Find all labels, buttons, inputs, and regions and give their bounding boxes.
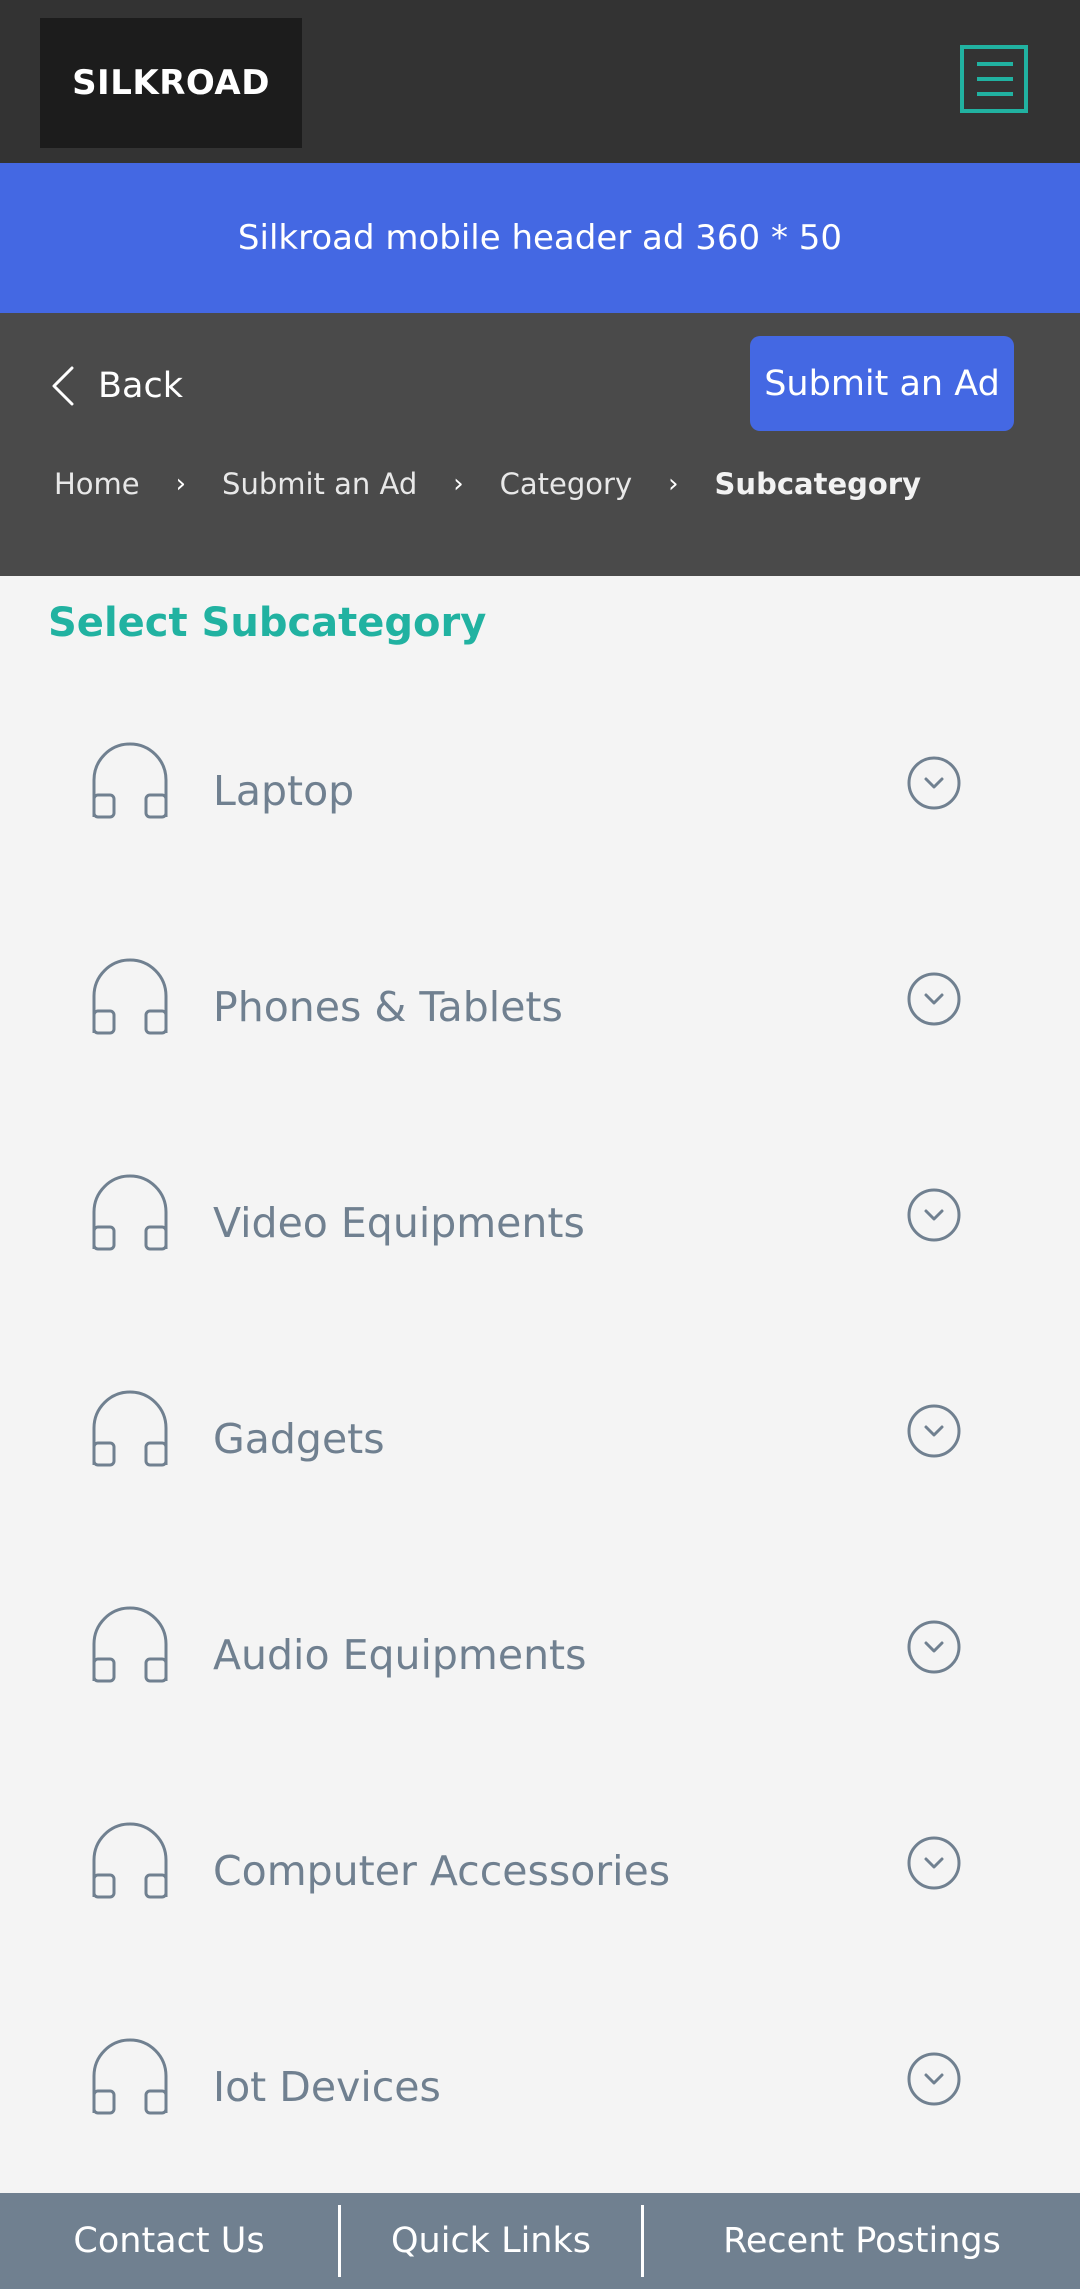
headphones-icon [92, 958, 168, 1035]
subcategory-item-gadgets[interactable]: Gadgets [48, 1331, 1032, 1547]
top-bar: SILKROAD [0, 0, 1080, 163]
breadcrumb-separator-icon: › [668, 469, 679, 499]
headphones-icon [92, 742, 168, 819]
submit-ad-button[interactable]: Submit an Ad [750, 336, 1014, 431]
chevron-down-circle-icon[interactable] [906, 1187, 962, 1243]
back-label: Back [98, 366, 183, 406]
breadcrumb-home[interactable]: Home [54, 467, 140, 501]
subcategory-label: Iot Devices [213, 2063, 441, 2111]
chevron-down-circle-icon[interactable] [906, 1619, 962, 1675]
footer-bar: Contact Us Quick Links Recent Postings [0, 2193, 1080, 2289]
subcategory-item-audio-equipments[interactable]: Audio Equipments [48, 1547, 1032, 1763]
logo[interactable]: SILKROAD [40, 18, 302, 148]
chevron-down-circle-icon[interactable] [906, 1835, 962, 1891]
subcategory-label: Audio Equipments [213, 1631, 587, 1679]
page-title: Select Subcategory [48, 600, 487, 646]
breadcrumb: Home › Submit an Ad › Category › Subcate… [54, 462, 921, 506]
chevron-down-circle-icon[interactable] [906, 1403, 962, 1459]
subcategory-item-laptop[interactable]: Laptop [48, 683, 1032, 899]
chevron-down-circle-icon[interactable] [906, 971, 962, 1027]
subcategory-item-iot-devices[interactable]: Iot Devices [48, 1979, 1032, 2195]
footer-link-recent-postings[interactable]: Recent Postings [644, 2193, 1080, 2289]
breadcrumb-submit-ad[interactable]: Submit an Ad [222, 467, 417, 501]
header-ad-banner[interactable]: Silkroad mobile header ad 360 * 50 [0, 163, 1080, 313]
subcategory-label: Video Equipments [213, 1199, 585, 1247]
headphones-icon [92, 1822, 168, 1899]
subcategory-item-phones-tablets[interactable]: Phones & Tablets [48, 899, 1032, 1115]
subcategory-item-computer-accessories[interactable]: Computer Accessories [48, 1763, 1032, 1979]
chevron-down-circle-icon[interactable] [906, 2051, 962, 2107]
headphones-icon [92, 2038, 168, 2115]
subcategory-label: Laptop [213, 767, 355, 815]
breadcrumb-separator-icon: › [175, 469, 187, 499]
back-button[interactable]: Back [50, 355, 183, 417]
breadcrumb-subcategory: Subcategory [714, 467, 922, 501]
subcategory-label: Phones & Tablets [213, 983, 563, 1031]
hamburger-menu-icon[interactable] [960, 45, 1028, 113]
headphones-icon [92, 1174, 168, 1251]
breadcrumb-category[interactable]: Category [500, 467, 632, 501]
headphones-icon [92, 1390, 168, 1467]
footer-link-contact-us[interactable]: Contact Us [0, 2193, 338, 2289]
ad-banner-text: Silkroad mobile header ad 360 * 50 [237, 218, 843, 258]
footer-link-quick-links[interactable]: Quick Links [341, 2193, 641, 2289]
chevron-left-icon [52, 366, 74, 406]
chevron-down-circle-icon[interactable] [906, 755, 962, 811]
subcategory-label: Computer Accessories [213, 1847, 671, 1895]
headphones-icon [92, 1606, 168, 1683]
subcategory-label: Gadgets [213, 1415, 385, 1463]
breadcrumb-separator-icon: › [453, 469, 464, 499]
subcategory-item-video-equipments[interactable]: Video Equipments [48, 1115, 1032, 1331]
